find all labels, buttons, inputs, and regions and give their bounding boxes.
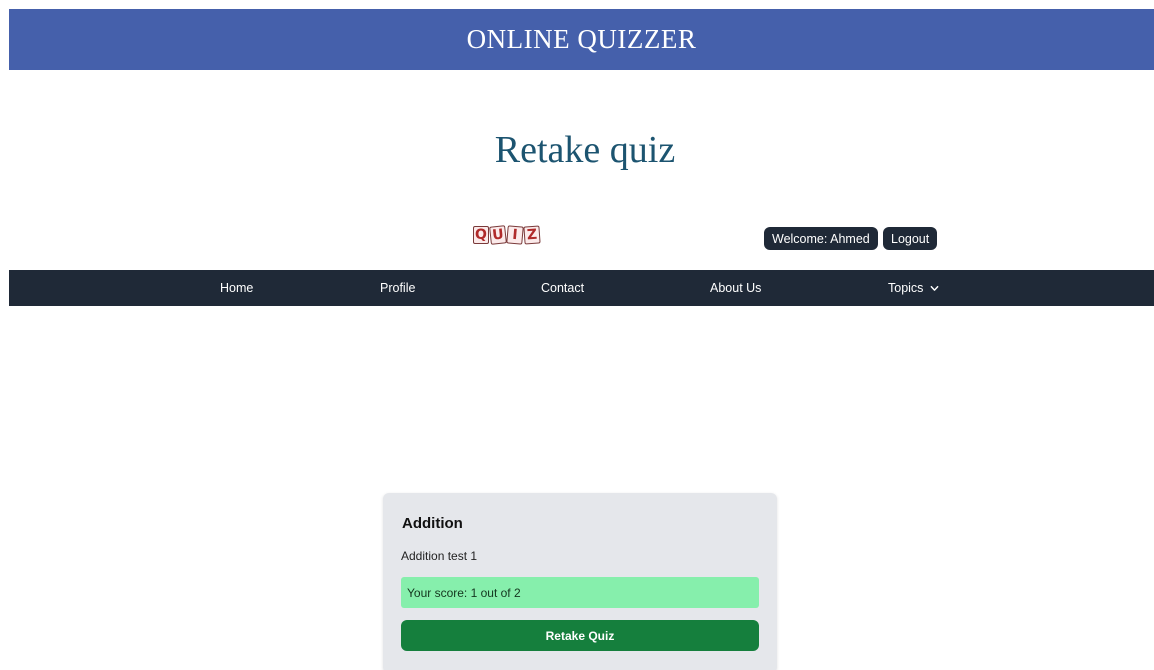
welcome-badge: Welcome: Ahmed — [764, 227, 878, 250]
site-title: ONLINE QUIZZER — [466, 24, 697, 54]
nav-item-label: Home — [220, 281, 254, 295]
nav-item-label: Profile — [380, 281, 416, 295]
site-banner: ONLINE QUIZZER — [9, 9, 1154, 70]
page: ONLINE QUIZZER Retake quiz Q U I Z Welco… — [0, 0, 1154, 670]
chevron-down-icon — [931, 285, 939, 291]
logout-button[interactable]: Logout — [883, 227, 938, 250]
retake-quiz-button[interactable]: Retake Quiz — [401, 620, 759, 651]
nav-item-about-us[interactable]: About Us — [710, 270, 761, 306]
nav-item-label: Contact — [541, 281, 585, 295]
nav-item-topics-dropdown[interactable]: Topics — [888, 270, 939, 306]
nav-item-label: Topics — [888, 281, 924, 295]
nav-item-contact[interactable]: Contact — [541, 270, 584, 306]
logo-letter: Z — [523, 225, 541, 245]
logo-letter: Q — [473, 226, 489, 244]
quiz-result-card: Addition Addition test 1 Your score: 1 o… — [383, 493, 777, 670]
logo-letter: U — [489, 225, 507, 245]
page-heading: Retake quiz — [494, 129, 676, 171]
logo-letter: I — [506, 225, 524, 245]
quiz-logo[interactable]: Q U I Z — [473, 225, 541, 245]
quiz-subtitle: Addition test 1 — [401, 549, 478, 563]
score-result: Your score: 1 out of 2 — [401, 577, 759, 608]
nav-item-home[interactable]: Home — [220, 270, 253, 306]
quiz-title: Addition — [402, 515, 463, 532]
main-navbar: Home Profile Contact About Us Topics — [9, 270, 1154, 306]
nav-item-label: About Us — [710, 281, 762, 295]
nav-item-profile[interactable]: Profile — [380, 270, 415, 306]
